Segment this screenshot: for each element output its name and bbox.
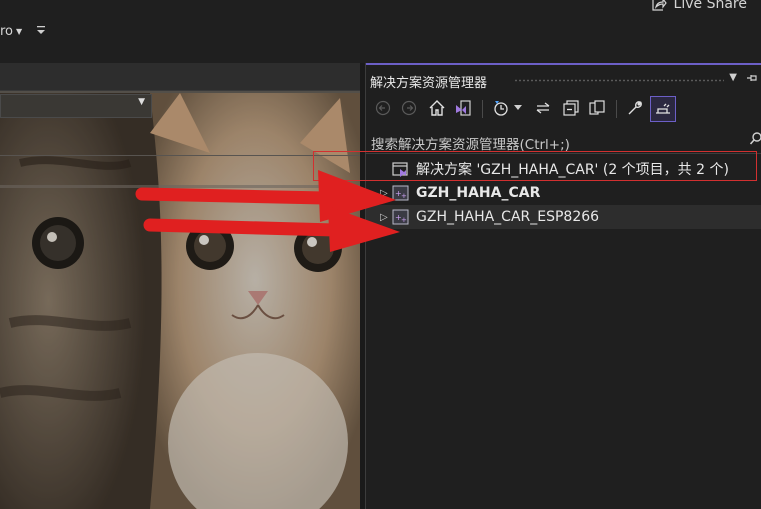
expand-arrow-icon[interactable]: ▷ bbox=[380, 212, 392, 223]
solution-explorer-title-bar: 解决方案资源管理器 ▼ bbox=[366, 63, 761, 93]
search-icon[interactable] bbox=[749, 131, 761, 150]
live-share-label: Live Share bbox=[673, 0, 747, 12]
search-input[interactable]: 搜索解决方案资源管理器(Ctrl+;) bbox=[371, 133, 570, 153]
back-icon[interactable] bbox=[372, 97, 394, 119]
chevron-down-icon[interactable]: ▼ bbox=[16, 27, 22, 36]
properties-wrench-icon[interactable] bbox=[624, 97, 646, 119]
title-bar: Live Share ro ▼ bbox=[0, 0, 761, 57]
dropdown-arrow-icon[interactable] bbox=[512, 97, 524, 119]
panel-title: 解决方案资源管理器 bbox=[370, 76, 488, 91]
toolbar-left: ro ▼ bbox=[0, 24, 46, 39]
cpp-project-icon: + + bbox=[392, 209, 410, 225]
collapse-all-icon[interactable] bbox=[560, 97, 582, 119]
pending-changes-icon[interactable] bbox=[490, 97, 512, 119]
kittens-background-image bbox=[0, 63, 360, 509]
vs-switch-views-icon[interactable] bbox=[452, 97, 474, 119]
solution-explorer-toolbar bbox=[366, 93, 761, 125]
editor-tab-strip bbox=[0, 63, 360, 91]
sync-icon[interactable] bbox=[532, 97, 554, 119]
chevron-down-icon[interactable]: ▼ bbox=[138, 97, 145, 107]
cpp-project-icon: + + bbox=[392, 185, 410, 201]
toolbar-left-fragment[interactable]: ro bbox=[0, 24, 13, 39]
toolbar-separator bbox=[616, 100, 617, 118]
svg-text:+: + bbox=[401, 192, 407, 200]
toolbar-separator bbox=[482, 100, 483, 118]
toolbar-overflow-icon[interactable] bbox=[36, 24, 46, 39]
svg-text:+: + bbox=[401, 216, 407, 224]
live-share-button[interactable]: Live Share bbox=[651, 0, 747, 12]
annotation-highlight-box bbox=[313, 151, 757, 181]
window-position-dropdown-icon[interactable]: ▼ bbox=[729, 72, 737, 87]
solution-explorer-search[interactable]: 搜索解决方案资源管理器(Ctrl+;) bbox=[366, 127, 761, 154]
project-label: GZH_HAHA_CAR bbox=[416, 185, 541, 201]
expand-arrow-icon[interactable]: ▷ bbox=[380, 188, 392, 199]
preview-selected-icon[interactable] bbox=[650, 96, 676, 122]
editor-nav-dropdown[interactable]: ▼ bbox=[0, 94, 152, 118]
drag-grip[interactable] bbox=[514, 79, 724, 82]
live-share-icon bbox=[651, 0, 667, 11]
editor-area: ▼ bbox=[0, 63, 360, 509]
editor-divider bbox=[0, 185, 360, 188]
project-node[interactable]: ▷ + + GZH_HAHA_CAR bbox=[366, 181, 761, 205]
pin-icon[interactable] bbox=[746, 72, 758, 87]
project-node[interactable]: ▷ + + GZH_HAHA_CAR_ESP8266 bbox=[366, 205, 761, 229]
show-all-files-icon[interactable] bbox=[586, 97, 608, 119]
solution-explorer-panel: 解决方案资源管理器 ▼ 搜索解决方案资源管理器(Ctrl+;) 解决方案 'GZ… bbox=[365, 63, 761, 509]
forward-icon[interactable] bbox=[398, 97, 420, 119]
home-icon[interactable] bbox=[426, 97, 448, 119]
project-label: GZH_HAHA_CAR_ESP8266 bbox=[416, 209, 600, 225]
editor-divider bbox=[0, 155, 360, 156]
